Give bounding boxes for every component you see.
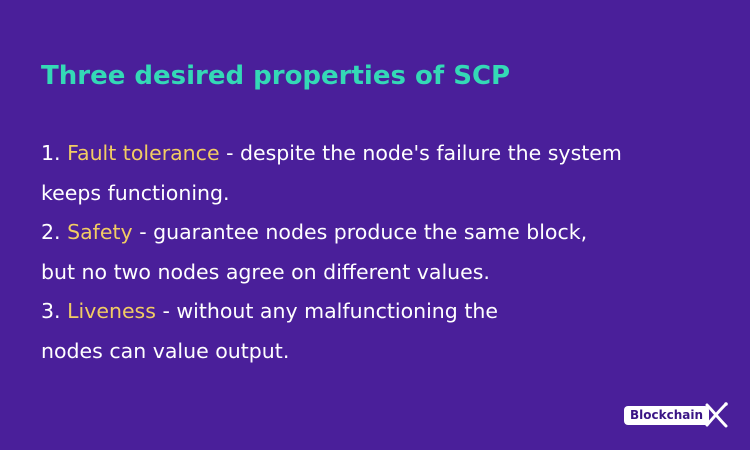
x-mark-icon [705,402,728,428]
item-number: 1. [41,141,61,165]
item-description: - without any malfunctioning the [155,299,498,323]
logo-wordmark: Blockchain [624,405,710,425]
item-term-safety: Safety [67,220,133,244]
list-item-fault-tolerance: 1. Fault tolerance - despite the node's … [41,134,731,174]
item-description-continued: nodes can value output. [41,338,290,363]
properties-list: 1. Fault tolerance - despite the node's … [41,134,731,371]
item-description: - despite the node's failure the system [219,141,622,165]
item-term-liveness: Liveness [67,299,156,323]
slide: Three desired properties of SCP 1. Fault… [0,0,750,450]
list-item-safety: 2. Safety - guarantee nodes produce the … [41,213,731,253]
blockchain-logo: Blockchain [624,402,731,428]
item-description-continued: keeps functioning. [41,180,230,205]
slide-title: Three desired properties of SCP [41,61,511,91]
list-item-liveness: 3. Liveness - without any malfunctioning… [41,292,731,332]
item-description: - guarantee nodes produce the same block… [132,220,588,244]
item-term-fault-tolerance: Fault tolerance [67,141,220,165]
item-description-continued: but no two nodes agree on different valu… [41,259,490,284]
item-number: 2. [41,220,61,244]
item-number: 3. [41,299,61,323]
